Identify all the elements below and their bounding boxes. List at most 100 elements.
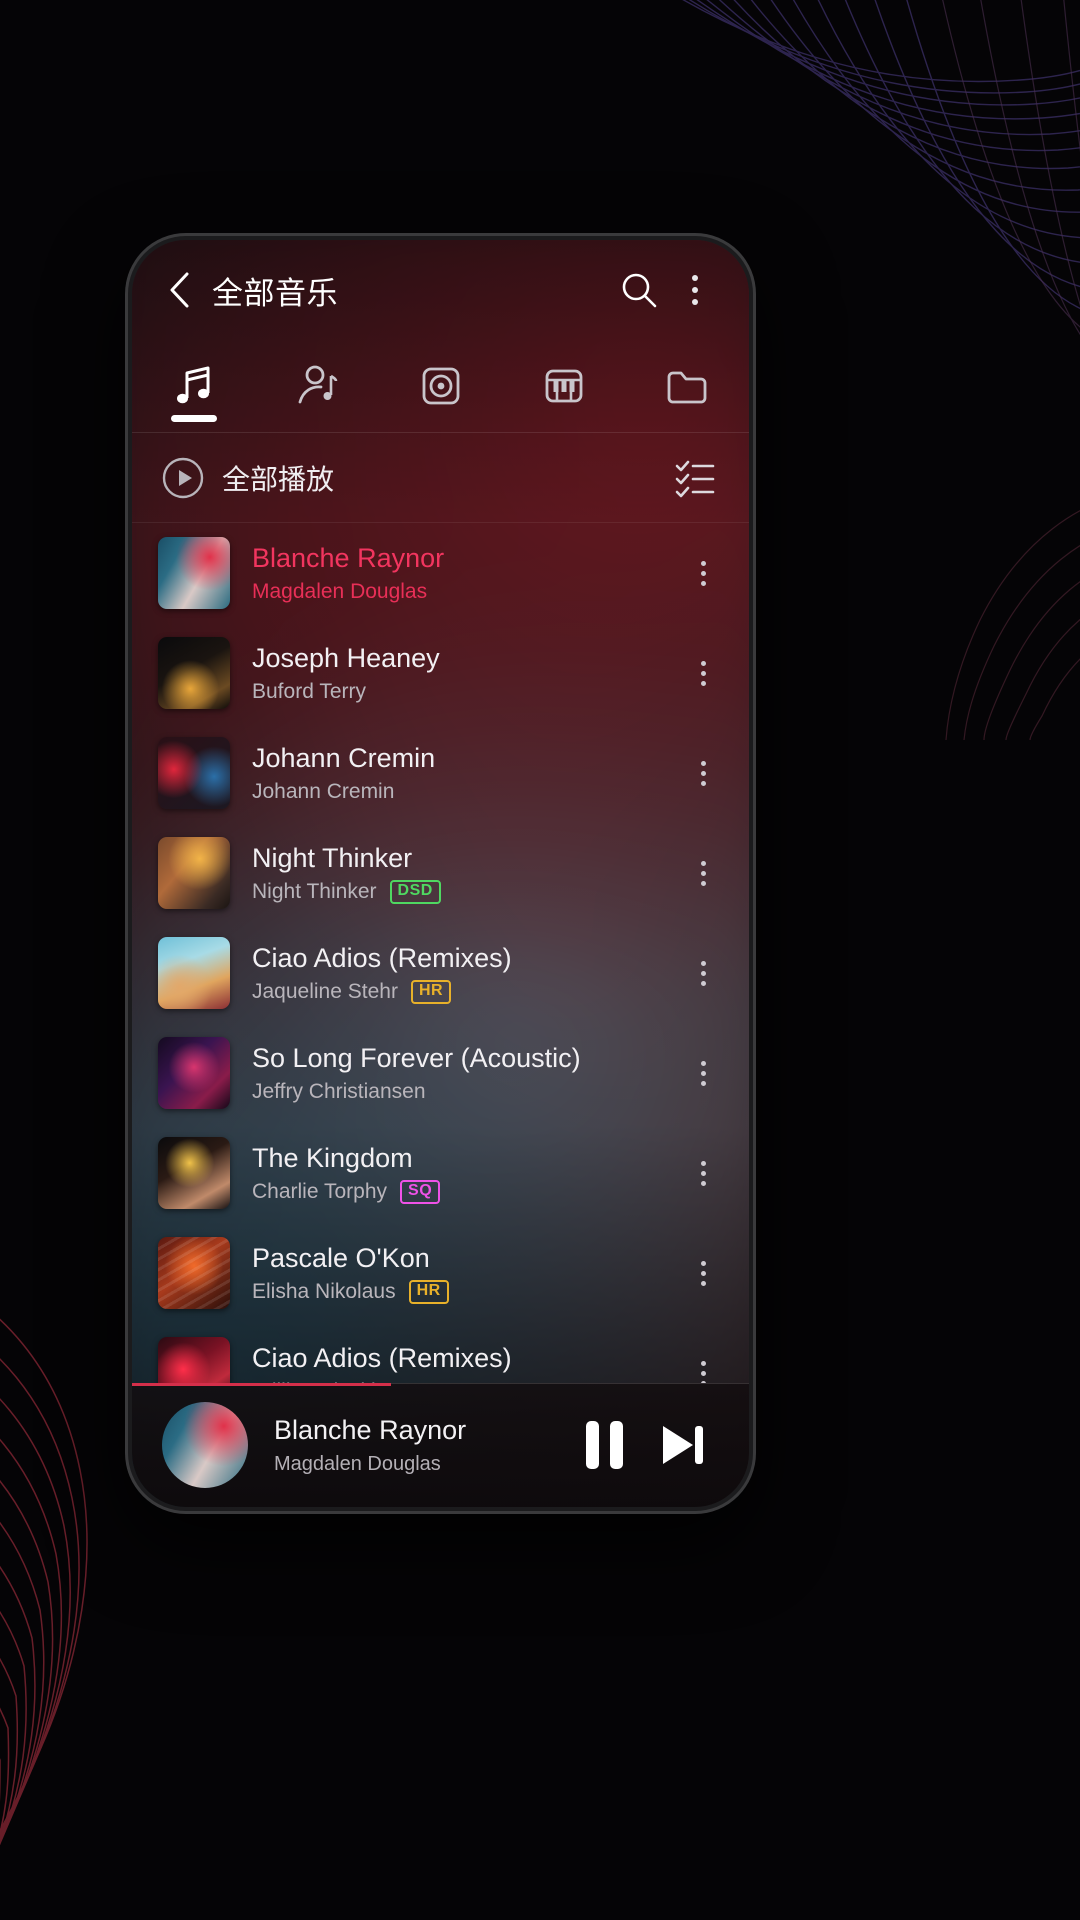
song-artwork	[158, 537, 230, 609]
app-header: 全部音乐	[132, 240, 749, 340]
more-vertical-icon	[700, 960, 706, 986]
song-row[interactable]: Blanche Raynor Magdalen Douglas	[132, 523, 749, 623]
song-overflow-button[interactable]	[675, 633, 731, 713]
quality-badge-dsd: DSD	[389, 880, 441, 905]
song-title: Ciao Adios (Remixes)	[252, 942, 512, 973]
skip-next-icon	[663, 1426, 703, 1464]
song-row[interactable]: Joseph Heaney Buford Terry	[132, 623, 749, 723]
phone-screen: 全部音乐 全部播放 Blanche Raynor Magdalen Dougla…	[132, 240, 749, 1507]
song-artwork	[158, 1137, 230, 1209]
song-subtitle: Jeffry Christiansen	[252, 1080, 675, 1104]
play-all-label: 全部播放	[222, 463, 335, 495]
page-title: 全部音乐	[212, 275, 338, 311]
more-vertical-icon	[700, 1260, 706, 1286]
play-all-row[interactable]: 全部播放	[132, 433, 749, 523]
song-artist: Buford Terry	[252, 680, 366, 704]
music-note-icon	[176, 366, 210, 404]
song-subtitle: Elisha Nikolaus HR	[252, 1280, 675, 1305]
song-title: Night Thinker	[252, 842, 413, 873]
song-title: Johann Cremin	[252, 742, 436, 773]
song-artist: Jeffry Christiansen	[252, 1080, 426, 1104]
song-overflow-button[interactable]	[675, 1133, 731, 1213]
song-row[interactable]: Pascale O'Kon Elisha Nikolaus HR	[132, 1223, 749, 1323]
song-overflow-button[interactable]	[675, 833, 731, 913]
phone-device-frame: 全部音乐 全部播放 Blanche Raynor Magdalen Dougla…	[128, 236, 753, 1511]
checklist-icon	[675, 460, 715, 497]
song-title: So Long Forever (Acoustic)	[252, 1042, 581, 1073]
song-row[interactable]: Johann Cremin Johann Cremin	[132, 723, 749, 823]
song-title: Ciao Adios (Remixes)	[252, 1342, 512, 1373]
song-subtitle: Night Thinker DSD	[252, 880, 675, 905]
song-artwork	[158, 637, 230, 709]
song-row[interactable]: Ciao Adios (Remixes)Willis Osinski	[132, 1323, 749, 1383]
song-subtitle: Charlie Torphy SQ	[252, 1180, 675, 1205]
song-overflow-button[interactable]	[675, 1033, 731, 1113]
song-artwork	[158, 1237, 230, 1309]
song-artist: Magdalen Douglas	[252, 580, 428, 604]
song-meta: Night Thinker Night Thinker DSD	[252, 842, 675, 905]
more-vertical-icon	[700, 760, 706, 786]
song-subtitle: Jaqueline Stehr HR	[252, 980, 675, 1005]
quality-badge-hr: HR	[410, 980, 452, 1005]
song-title: Pascale O'Kon	[252, 1242, 430, 1273]
song-meta: Ciao Adios (Remixes) Jaqueline Stehr HR	[252, 942, 675, 1005]
album-disc-icon	[422, 367, 459, 405]
song-title: Joseph Heaney	[252, 642, 440, 673]
song-title: Blanche Raynor	[252, 542, 445, 573]
song-artwork	[158, 837, 230, 909]
quality-badge-sq: SQ	[400, 1180, 441, 1205]
search-icon	[622, 273, 657, 308]
tab-songs[interactable]	[132, 340, 255, 432]
song-list[interactable]: Blanche Raynor Magdalen Douglas Joseph Hea…	[132, 523, 749, 1383]
more-vertical-icon	[700, 660, 706, 686]
song-overflow-button[interactable]	[675, 933, 731, 1013]
overflow-menu-button[interactable]	[667, 262, 723, 318]
mini-player-title: Blanche Raynor	[274, 1414, 467, 1445]
song-overflow-button[interactable]	[675, 1233, 731, 1313]
song-subtitle: Magdalen Douglas	[252, 580, 675, 604]
song-meta: The Kingdom Charlie Torphy SQ	[252, 1142, 675, 1205]
next-track-button[interactable]	[643, 1399, 721, 1491]
song-meta: Joseph Heaney Buford Terry	[252, 642, 675, 704]
song-subtitle: Johann Cremin	[252, 780, 675, 804]
more-vertical-icon	[700, 1160, 706, 1186]
song-meta: So Long Forever (Acoustic) Jeffry Christi…	[252, 1042, 675, 1104]
piano-icon	[545, 369, 583, 403]
tab-genres[interactable]	[502, 340, 625, 432]
folder-icon	[667, 371, 707, 404]
song-artist: Jaqueline Stehr	[252, 980, 398, 1004]
song-artist: Night Thinker	[252, 880, 377, 904]
tab-albums[interactable]	[379, 340, 502, 432]
back-button[interactable]	[156, 267, 202, 313]
library-tab-bar	[132, 340, 749, 433]
mini-player-artist: Magdalen Douglas	[274, 1452, 441, 1475]
song-artwork	[158, 937, 230, 1009]
mini-player-meta: Blanche Raynor Magdalen Douglas	[274, 1415, 565, 1476]
mini-player[interactable]: Blanche Raynor Magdalen Douglas	[132, 1383, 749, 1507]
song-subtitle: Buford Terry	[252, 680, 675, 704]
song-artwork	[158, 1337, 230, 1383]
song-row[interactable]: Ciao Adios (Remixes) Jaqueline Stehr HR	[132, 923, 749, 1023]
pause-button[interactable]	[565, 1399, 643, 1491]
song-meta: Johann Cremin Johann Cremin	[252, 742, 675, 804]
more-vertical-icon	[700, 1060, 706, 1086]
song-row[interactable]: Night Thinker Night Thinker DSD	[132, 823, 749, 923]
song-overflow-button[interactable]	[675, 1333, 731, 1383]
play-circle-icon	[162, 457, 204, 498]
song-meta: Blanche Raynor Magdalen Douglas	[252, 542, 675, 604]
pause-icon	[585, 1421, 623, 1469]
artist-icon	[298, 365, 338, 404]
multiselect-button[interactable]	[667, 450, 723, 506]
song-meta: Pascale O'Kon Elisha Nikolaus HR	[252, 1242, 675, 1305]
more-vertical-icon	[700, 560, 706, 586]
song-artwork	[158, 737, 230, 809]
song-artwork	[158, 1037, 230, 1109]
song-overflow-button[interactable]	[675, 533, 731, 613]
song-overflow-button[interactable]	[675, 733, 731, 813]
search-button[interactable]	[611, 262, 667, 318]
song-row[interactable]: So Long Forever (Acoustic) Jeffry Christi…	[132, 1023, 749, 1123]
song-row[interactable]: The Kingdom Charlie Torphy SQ	[132, 1123, 749, 1223]
song-artist: Johann Cremin	[252, 780, 395, 804]
tab-folders[interactable]	[626, 340, 749, 432]
tab-artists[interactable]	[255, 340, 378, 432]
